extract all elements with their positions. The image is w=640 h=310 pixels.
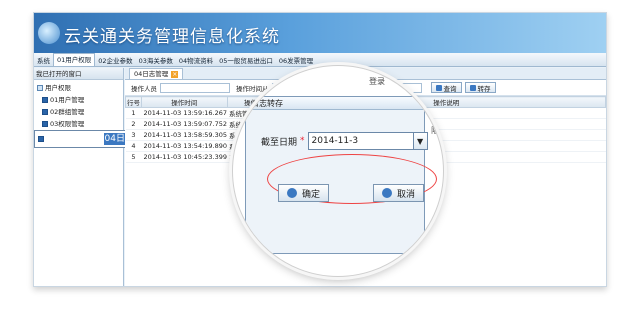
app-banner: 云关通关务管理信息化系统 [34,13,606,53]
close-icon[interactable]: × [171,70,179,78]
chevron-down-icon[interactable]: ▼ [412,133,427,149]
power-icon [382,188,392,198]
date-label: 截至日期 [261,137,298,148]
tree-root[interactable]: 用户权限 [34,82,123,94]
dialog-title: 日志转存 [246,97,424,110]
menu-logistics[interactable]: 04物流资料 [176,55,216,65]
operator-label: 操作人员 [131,84,157,93]
menu-invoice[interactable]: 06发票管理 [276,55,316,65]
tree-item-user-mgmt[interactable]: 01用户管理 [34,94,123,106]
tree-item-permission-mgmt[interactable]: 03权限管理 [34,118,123,130]
menu-bar: 系统 01用户权限 02企业参数 03海关参数 04物流资料 05一般贸易进出口… [34,53,606,67]
export-icon [469,84,476,91]
left-panel-header: 我已打开的窗口 [34,68,123,80]
date-row: 截至日期 * 2014-11-3 ▼ [261,132,428,150]
module-icon [42,109,48,115]
menu-user-permission[interactable]: 01用户权限 [53,53,96,66]
menu-customs-params[interactable]: 03海关参数 [136,55,176,65]
folder-icon [37,85,43,91]
date-value: 2014-11-3 [311,136,359,146]
app-title: 云关通关务管理信息化系统 [64,27,280,47]
left-panel: 我已打开的窗口 用户权限 01用户管理 02群组管理 03权限管理 04日志管理 [34,68,154,286]
confirm-icon [287,188,297,198]
nav-tree: 用户权限 01用户管理 02群组管理 03权限管理 04日志管理 [34,80,154,150]
menu-enterprise-params[interactable]: 02企业参数 [95,55,135,65]
time-label: 操作时间从 [236,84,269,93]
ok-button[interactable]: 确定 [278,184,330,202]
bg-permission-text: 权限 [431,115,439,135]
col-rownum[interactable]: 行号 [125,96,142,108]
search-icon [435,84,442,91]
query-button[interactable]: 查询 [430,82,462,93]
date-select[interactable]: 2014-11-3 ▼ [307,132,428,150]
menu-system[interactable]: 系统 [34,55,53,65]
cancel-button[interactable]: 取消 [373,184,425,202]
module-icon [42,121,48,127]
menu-trade[interactable]: 05一般贸易进出口 [216,55,276,65]
module-icon [38,136,44,142]
required-mark: * [300,136,305,146]
col-time[interactable]: 操作时间 [141,96,228,108]
module-icon [42,97,48,103]
tab-log-mgmt[interactable]: 04日志管理 × [129,68,184,79]
magnifier-lens: 登录 权限 日志转存 截至日期 * 2014-11-3 ▼ 确定 取消 [232,65,444,277]
dump-button[interactable]: 转存 [464,82,496,93]
bg-login-text: 登录 [369,77,385,86]
tree-item-group-mgmt[interactable]: 02群组管理 [34,106,123,118]
app-logo [38,22,60,44]
operator-input[interactable] [160,82,230,93]
